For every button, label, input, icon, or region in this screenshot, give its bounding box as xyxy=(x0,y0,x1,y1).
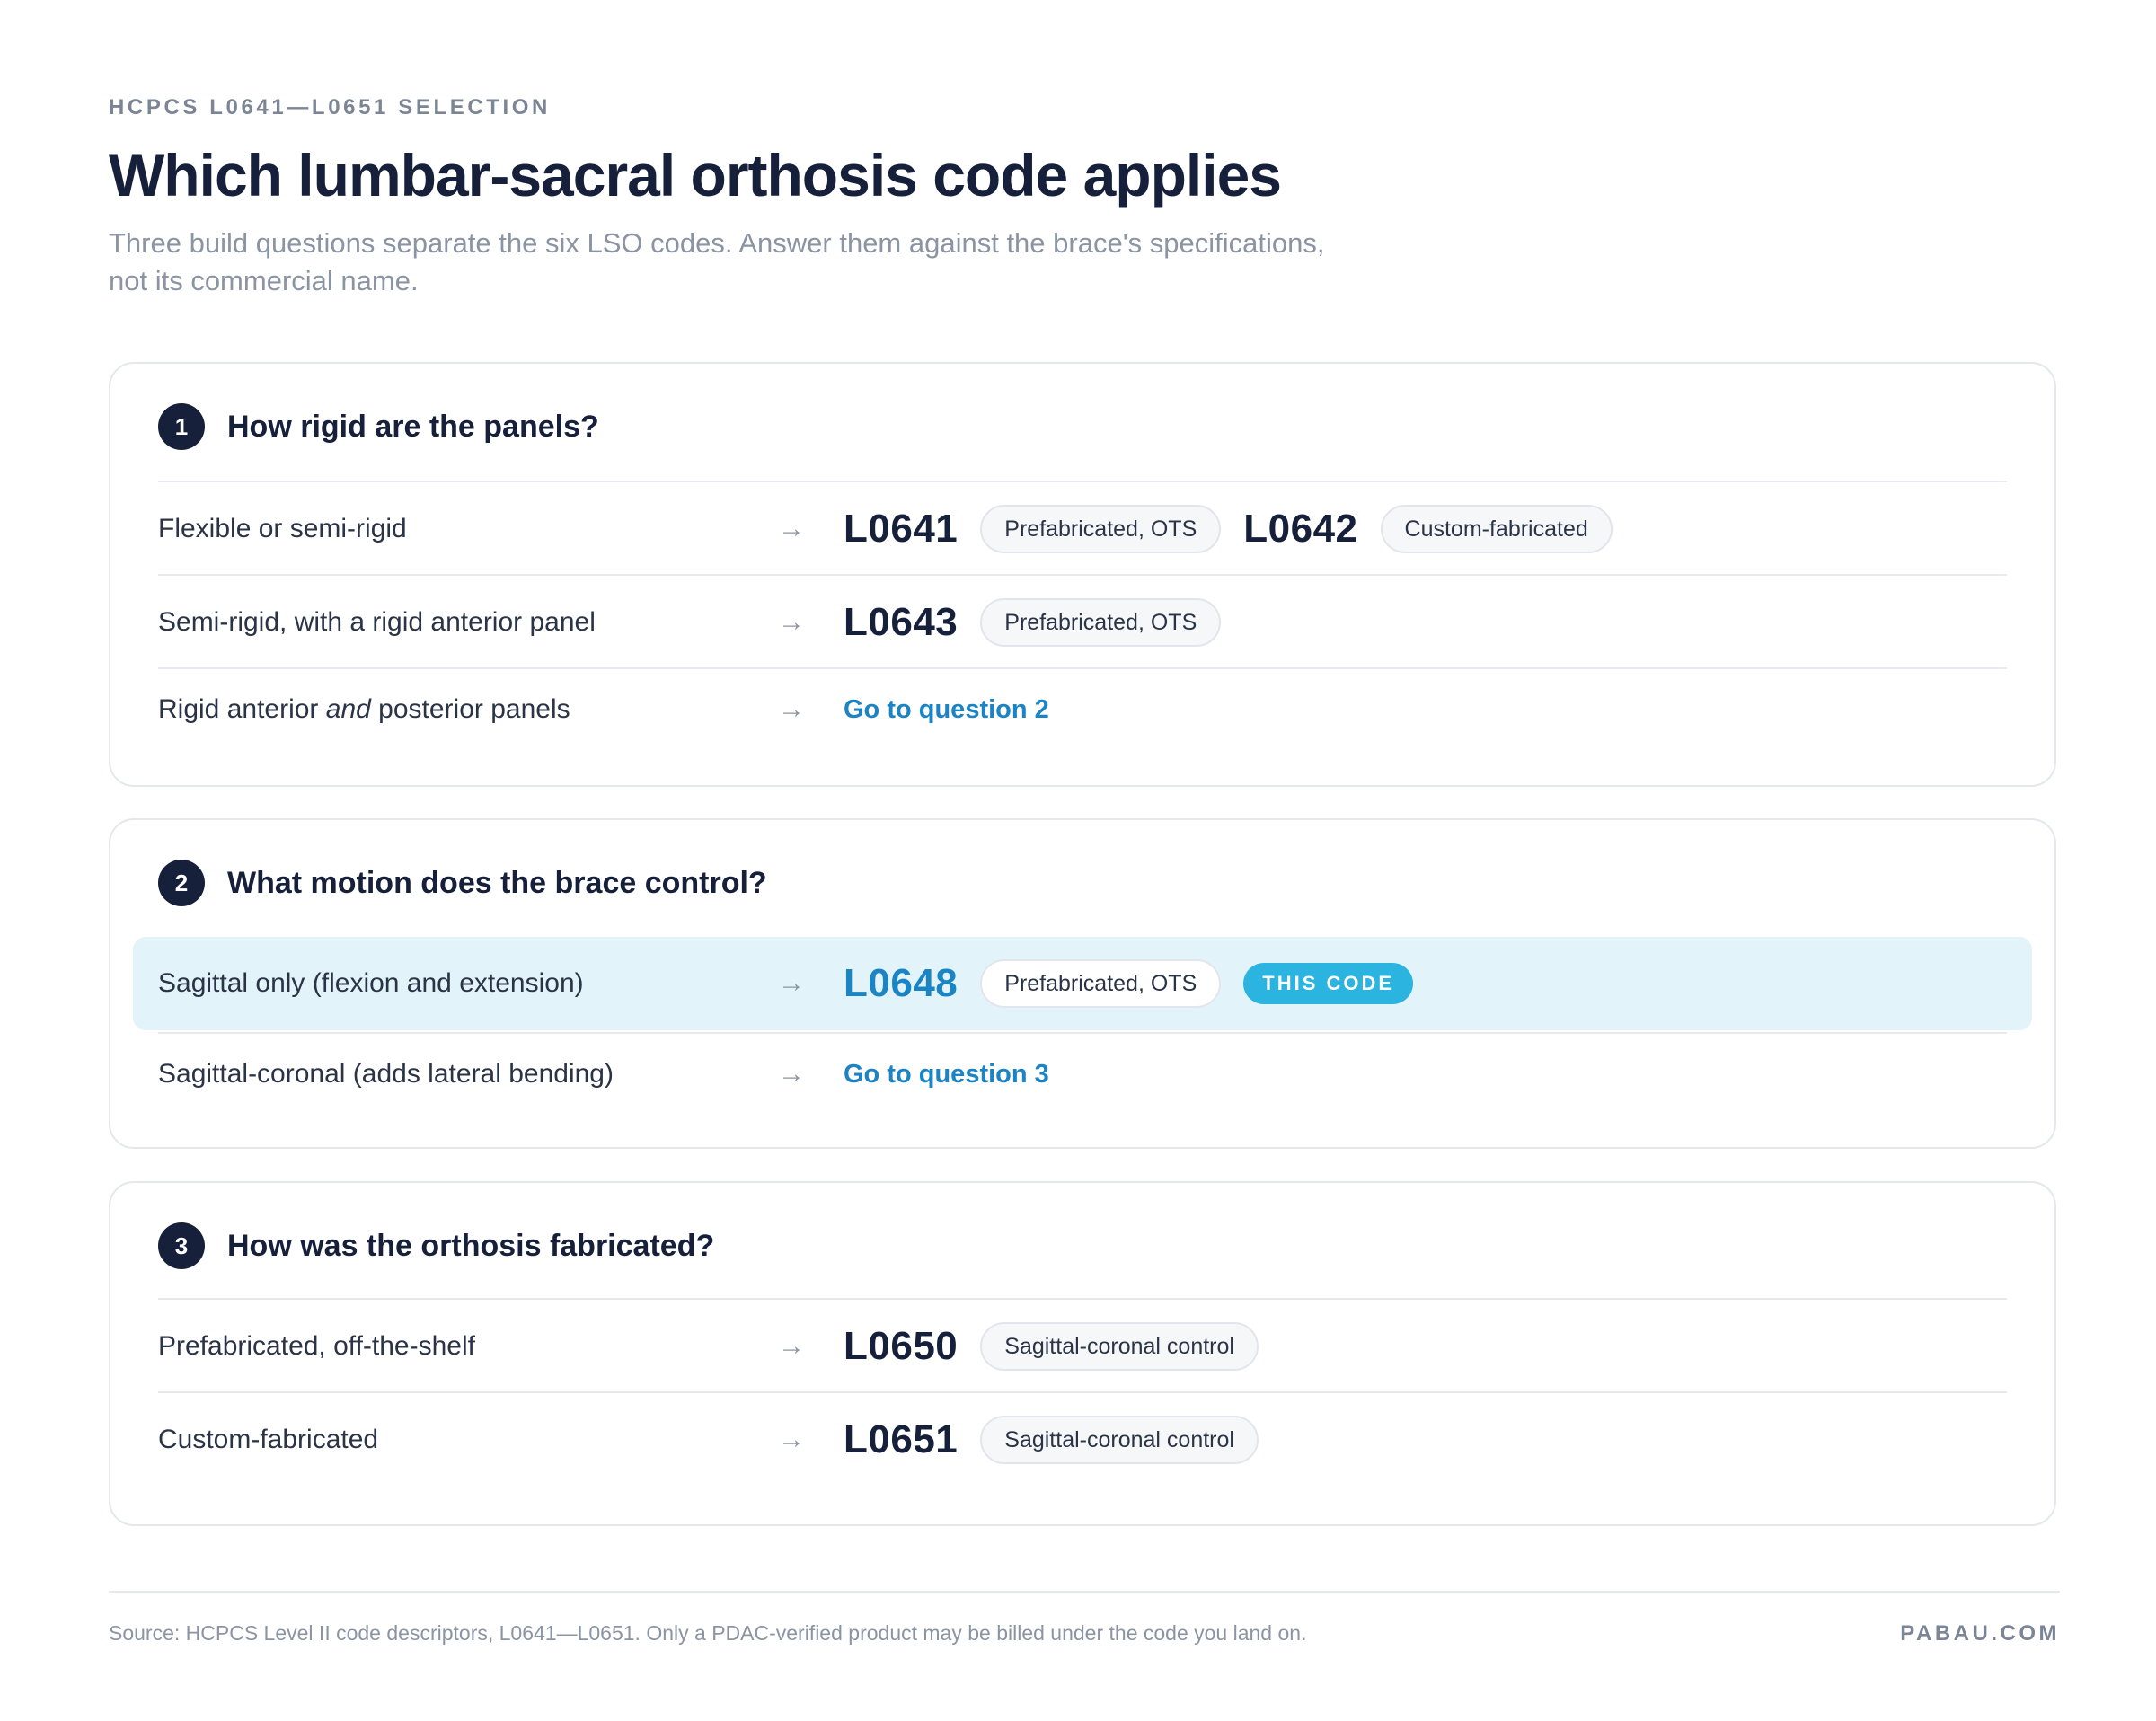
answer-row: Custom-fabricated → L0651 Sagittal-coron… xyxy=(158,1391,2007,1487)
question-header: 1 How rigid are the panels? xyxy=(158,403,599,450)
answer-condition: Flexible or semi-rigid xyxy=(158,514,407,543)
question-number-badge: 1 xyxy=(158,403,205,450)
hcpcs-code: L0641 xyxy=(844,507,959,551)
answer-condition: Sagittal only (flexion and extension) xyxy=(158,968,584,998)
arrow-right-icon: → xyxy=(778,607,805,637)
arrow-right-icon: → xyxy=(778,694,805,724)
answer-row: Sagittal-coronal (adds lateral bending) … xyxy=(158,1032,2007,1115)
answer-condition: Prefabricated, off-the-shelf xyxy=(158,1331,475,1361)
go-to-question-2-link[interactable]: Go to question 2 xyxy=(844,695,1049,725)
question-text: How was the orthosis fabricated? xyxy=(227,1228,715,1263)
answer-row-highlighted: Sagittal only (flexion and extension) → … xyxy=(133,937,2032,1030)
hcpcs-code: L0651 xyxy=(844,1417,959,1461)
page-subtitle: Three build questions separate the six L… xyxy=(109,227,1325,296)
code-tag: Sagittal-coronal control xyxy=(980,1416,1259,1464)
question-card-1: 1 How rigid are the panels? Flexible or … xyxy=(109,362,2056,787)
code-tag: Sagittal-coronal control xyxy=(980,1322,1259,1371)
code-tag: Prefabricated, OTS xyxy=(980,505,1222,553)
question-header: 2 What motion does the brace control? xyxy=(158,860,767,906)
answer-condition: Sagittal-coronal (adds lateral bending) xyxy=(158,1059,614,1089)
hcpcs-code: L0650 xyxy=(844,1324,959,1368)
hcpcs-code: L0648 xyxy=(844,961,959,1005)
answer-row: Rigid anterior and posterior panels → Go… xyxy=(158,667,2007,750)
question-number-badge: 3 xyxy=(158,1222,205,1269)
brand-wordmark: PABAU.COM xyxy=(1900,1621,2060,1646)
condition-emphasis: and xyxy=(325,694,371,724)
footer-source: Source: HCPCS Level II code descriptors,… xyxy=(109,1621,1307,1645)
hcpcs-code: L0643 xyxy=(844,600,959,644)
eyebrow: HCPCS L0641—L0651 SELECTION xyxy=(109,95,551,119)
question-text: How rigid are the panels? xyxy=(227,409,599,444)
question-header: 3 How was the orthosis fabricated? xyxy=(158,1222,714,1269)
condition-text: posterior panels xyxy=(370,694,570,724)
go-to-question-3-link[interactable]: Go to question 3 xyxy=(844,1060,1049,1090)
arrow-right-icon: → xyxy=(778,968,805,998)
hcpcs-code: L0642 xyxy=(1243,507,1358,551)
answer-row: Prefabricated, off-the-shelf → L0650 Sag… xyxy=(158,1298,2007,1393)
answer-condition: Semi-rigid, with a rigid anterior panel xyxy=(158,607,596,637)
code-tag: Prefabricated, OTS xyxy=(980,598,1222,647)
code-tag: Prefabricated, OTS xyxy=(980,959,1222,1008)
arrow-right-icon: → xyxy=(778,1331,805,1361)
question-card-3: 3 How was the orthosis fabricated? Prefa… xyxy=(109,1181,2056,1526)
condition-text: Rigid anterior xyxy=(158,694,326,724)
question-card-2: 2 What motion does the brace control? Sa… xyxy=(109,818,2056,1149)
arrow-right-icon: → xyxy=(778,1425,805,1454)
page-title: Which lumbar-sacral orthosis code applie… xyxy=(109,142,1282,208)
arrow-right-icon: → xyxy=(778,1059,805,1089)
this-code-badge: THIS CODE xyxy=(1243,963,1414,1004)
arrow-right-icon: → xyxy=(778,514,805,543)
question-number-badge: 2 xyxy=(158,860,205,906)
answer-row: Semi-rigid, with a rigid anterior panel … xyxy=(158,574,2007,669)
question-text: What motion does the brace control? xyxy=(227,865,767,900)
answer-condition: Rigid anterior and posterior panels xyxy=(158,694,778,725)
footer-divider xyxy=(109,1591,2060,1593)
code-tag: Custom-fabricated xyxy=(1380,505,1613,553)
answer-condition: Custom-fabricated xyxy=(158,1425,379,1454)
answer-row: Flexible or semi-rigid → L0641 Prefabric… xyxy=(158,481,2007,576)
